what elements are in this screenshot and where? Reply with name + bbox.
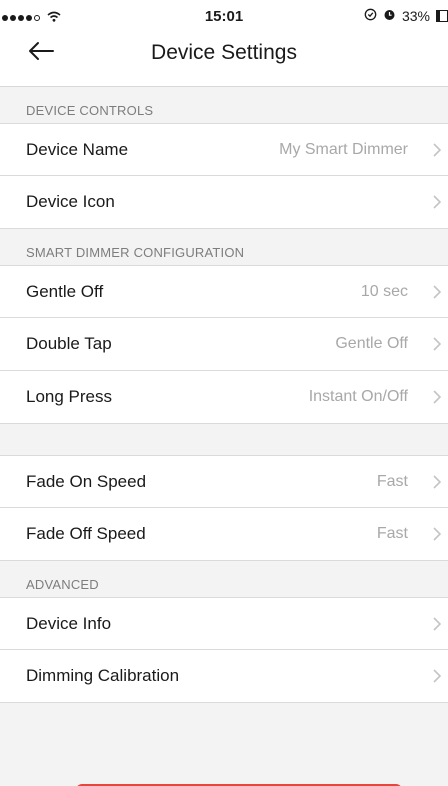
row-label: Device Info — [26, 613, 112, 633]
settings-list: DEVICE CONTROLS Device Name My Smart Dim… — [0, 86, 448, 786]
battery-icon — [436, 10, 448, 22]
row-device-icon[interactable]: Device Icon — [0, 176, 448, 229]
advanced-group: Device Info Dimming Calibration — [0, 597, 448, 703]
row-label: Fade Off Speed — [26, 524, 146, 543]
chevron-right-icon — [433, 475, 442, 494]
row-label: Fade On Speed — [26, 471, 147, 491]
row-gentle-off[interactable]: Gentle Off 10 sec — [0, 265, 448, 318]
row-double-tap[interactable]: Double Tap Gentle Off — [0, 318, 448, 371]
chevron-right-icon — [433, 143, 442, 162]
row-device-info[interactable]: Device Info — [0, 597, 448, 650]
chevron-right-icon — [433, 669, 442, 688]
fade-speed-group: Fade On Speed Fast Fade Off Speed Fast — [0, 455, 448, 561]
chevron-right-icon — [433, 195, 442, 214]
row-device-name[interactable]: Device Name My Smart Dimmer — [0, 123, 448, 176]
row-value: Instant On/Off — [308, 388, 408, 405]
chevron-right-icon — [433, 285, 442, 304]
chevron-right-icon — [433, 617, 442, 636]
row-value: My Smart Dimmer — [279, 140, 408, 158]
row-long-press[interactable]: Long Press Instant On/Off — [0, 371, 448, 424]
navigation-bar: Device Settings — [0, 30, 448, 76]
row-value: Fast — [376, 472, 408, 490]
chevron-right-icon — [433, 390, 442, 409]
chevron-right-icon — [433, 527, 442, 546]
row-label: Dimming Calibration — [26, 666, 180, 685]
row-value: Fast — [376, 525, 408, 542]
row-label: Gentle Off — [26, 281, 104, 301]
row-value: Gentle Off — [335, 335, 408, 352]
section-header-advanced: ADVANCED — [26, 577, 99, 592]
battery-percent: 33% — [401, 8, 430, 24]
row-label: Double Tap — [26, 334, 112, 353]
section-header-smart-dimmer-configuration: SMART DIMMER CONFIGURATION — [26, 245, 245, 260]
row-fade-off-speed[interactable]: Fade Off Speed Fast — [0, 508, 448, 561]
page-title: Device Settings — [151, 41, 297, 64]
row-label: Long Press — [26, 387, 112, 406]
device-controls-group: Device Name My Smart Dimmer Device Icon — [0, 123, 448, 229]
alarm-icon — [383, 8, 396, 24]
row-label: Device Name — [26, 139, 129, 159]
chevron-right-icon — [433, 337, 442, 356]
row-label: Device Icon — [26, 192, 115, 211]
row-dimming-calibration[interactable]: Dimming Calibration — [0, 650, 448, 703]
section-header-device-controls: DEVICE CONTROLS — [26, 103, 154, 118]
location-lock-icon — [364, 8, 377, 24]
configuration-group: Gentle Off 10 sec Double Tap Gentle Off … — [0, 265, 448, 424]
row-value: 10 sec — [360, 282, 408, 300]
row-fade-on-speed[interactable]: Fade On Speed Fast — [0, 455, 448, 508]
